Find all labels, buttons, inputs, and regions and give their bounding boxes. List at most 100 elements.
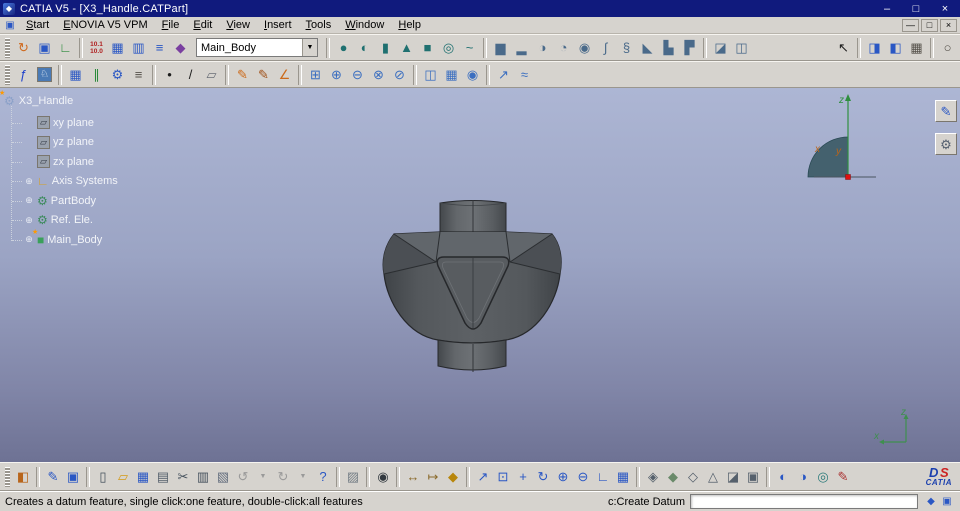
knowledge-advisor-icon[interactable]: ♘ xyxy=(34,64,55,85)
tree-root-x3-handle[interactable]: ⚙ ★ X3_Handle xyxy=(0,90,118,110)
redo-history-icon[interactable]: ▼ xyxy=(293,466,313,488)
chevron-down-icon[interactable]: ▼ xyxy=(302,39,317,56)
select-icon[interactable]: ↖ xyxy=(833,37,854,58)
drafted-pad-icon[interactable]: ▛ xyxy=(679,37,700,58)
selection-filter-icon[interactable]: ◧ xyxy=(885,37,906,58)
hide-show-icon[interactable]: ◐ xyxy=(773,466,793,488)
command-input[interactable] xyxy=(690,494,918,509)
open-file-icon[interactable]: ▱ xyxy=(113,466,133,488)
document-restore-button[interactable]: □ xyxy=(921,18,938,32)
stiffener-icon[interactable]: ◣ xyxy=(637,37,658,58)
print-icon[interactable]: ▤ xyxy=(153,466,173,488)
hidden-line-icon[interactable]: ◪ xyxy=(723,466,743,488)
document-close-button[interactable]: × xyxy=(940,18,957,32)
sketcher-icon[interactable]: ✎ xyxy=(43,466,63,488)
point-icon[interactable]: • xyxy=(159,64,180,85)
cube-icon[interactable]: ■ xyxy=(417,37,438,58)
save-icon[interactable]: ▦ xyxy=(133,466,153,488)
new-file-icon[interactable]: ▯ xyxy=(93,466,113,488)
release-level-icon[interactable]: 10.1 10.0 xyxy=(86,37,107,58)
cylinder-icon[interactable]: ▮ xyxy=(375,37,396,58)
menu-window[interactable]: Window xyxy=(338,18,391,32)
iso-view-icon[interactable]: ◈ xyxy=(643,466,663,488)
rotate-icon[interactable]: ↻ xyxy=(533,466,553,488)
swap-space-icon[interactable]: ◑ xyxy=(793,466,813,488)
hole-icon[interactable]: ◉ xyxy=(574,37,595,58)
model-x3-handle[interactable] xyxy=(372,196,572,381)
intersect-body-icon[interactable]: ⊗ xyxy=(368,64,389,85)
document-minimize-button[interactable]: — xyxy=(902,18,919,32)
thickness-icon[interactable]: ≈ xyxy=(514,64,535,85)
tree-item-main-body[interactable]: ⊕ ■ ★ Main_Body xyxy=(11,229,118,250)
tree-item-ref-ele[interactable]: ⊕ ⚙ Ref. Ele. xyxy=(11,211,118,231)
menu-insert[interactable]: Insert xyxy=(257,18,299,32)
fit-all-icon[interactable]: ⊡ xyxy=(493,466,513,488)
shading-edges-icon[interactable]: ◇ xyxy=(683,466,703,488)
tree-item-zx-plane[interactable]: ▱ zx plane xyxy=(11,152,118,172)
remove-body-icon[interactable]: ⊖ xyxy=(347,64,368,85)
sketch-axis-icon[interactable]: ∠ xyxy=(274,64,295,85)
selection-sets-icon[interactable]: ◨ xyxy=(864,37,885,58)
menu-help[interactable]: Help xyxy=(391,18,428,32)
sew-surface-icon[interactable]: ◪ xyxy=(710,37,731,58)
menu-view[interactable]: View xyxy=(219,18,257,32)
capture-icon[interactable]: ◉ xyxy=(373,466,393,488)
add-body-icon[interactable]: ⊕ xyxy=(326,64,347,85)
cut-icon[interactable]: ✂ xyxy=(173,466,193,488)
multi-pad-icon[interactable]: ▙ xyxy=(658,37,679,58)
menu-edit[interactable]: Edit xyxy=(186,18,219,32)
help-icon[interactable]: ? xyxy=(313,466,333,488)
tree-item-axis-systems[interactable]: ⊕ ∟ Axis Systems xyxy=(11,172,118,192)
relations-icon[interactable]: ⚙ xyxy=(107,64,128,85)
menu-enovia[interactable]: ENOVIA V5 VPM xyxy=(56,18,154,32)
sphere-icon[interactable]: ● xyxy=(333,37,354,58)
torus-icon[interactable]: ◎ xyxy=(438,37,459,58)
assemble-icon[interactable]: ⊞ xyxy=(305,64,326,85)
compass-tool-icon[interactable]: ⚙ xyxy=(935,133,957,155)
copy-icon[interactable]: ▥ xyxy=(193,466,213,488)
object-list-icon[interactable]: ≡ xyxy=(149,37,170,58)
close-button[interactable]: × xyxy=(933,3,957,15)
shading-icon[interactable]: ◆ xyxy=(663,466,683,488)
expand-icon[interactable]: ⊕ xyxy=(24,215,34,226)
menu-tools[interactable]: Tools xyxy=(299,18,339,32)
enovia-sync-icon[interactable]: ↻ xyxy=(13,37,34,58)
menu-file[interactable]: File xyxy=(155,18,187,32)
undo-icon[interactable]: ↺ xyxy=(233,466,253,488)
workbench-icon[interactable]: ▣ xyxy=(63,466,83,488)
document-icon[interactable]: ▣ xyxy=(3,20,17,31)
tree-item-yz-plane[interactable]: ▱ yz plane xyxy=(11,133,118,153)
grid-icon[interactable]: ▦ xyxy=(906,37,927,58)
undo-history-icon[interactable]: ▼ xyxy=(253,466,273,488)
tree-item-xy-plane[interactable]: ▱ xy plane xyxy=(11,113,118,133)
macros-icon[interactable]: ◆ xyxy=(170,37,191,58)
viewport-3d[interactable]: ⚙ ★ X3_Handle ▱ xy plane ▱ yz plane ▱ zx… xyxy=(0,88,960,462)
sketch-analysis-icon[interactable]: ✎ xyxy=(833,466,853,488)
maximize-button[interactable]: □ xyxy=(904,3,928,15)
scaling-icon[interactable]: ↗ xyxy=(493,64,514,85)
design-table-icon[interactable]: ▦ xyxy=(107,37,128,58)
normal-view-icon[interactable]: ∟ xyxy=(593,466,613,488)
wireframe-icon[interactable]: △ xyxy=(703,466,723,488)
rect-pattern-icon[interactable]: ▦ xyxy=(441,64,462,85)
plane-icon[interactable]: ▱ xyxy=(201,64,222,85)
tree-item-partbody[interactable]: ⊕ ⚙ PartBody xyxy=(11,191,118,211)
cone-icon[interactable]: ▲ xyxy=(396,37,417,58)
window-manager-icon[interactable]: ▣ xyxy=(34,37,55,58)
minimize-button[interactable]: – xyxy=(875,3,899,15)
catalog-icon[interactable]: ▥ xyxy=(128,37,149,58)
expand-icon[interactable]: ⊕ xyxy=(24,195,34,206)
compass[interactable]: z x y xyxy=(806,90,886,190)
union-trim-icon[interactable]: ⊘ xyxy=(389,64,410,85)
close-surface-icon[interactable]: ◫ xyxy=(731,37,752,58)
measure-item-icon[interactable]: ↦ xyxy=(423,466,443,488)
equivalent-dimensions-icon[interactable]: ≡ xyxy=(128,64,149,85)
slot-icon[interactable]: § xyxy=(616,37,637,58)
clipboard-icon[interactable]: ▨ xyxy=(343,466,363,488)
expand-icon[interactable]: ⊕ xyxy=(24,176,34,187)
mirror-icon[interactable]: ◫ xyxy=(420,64,441,85)
body-selector[interactable]: Main_Body ▼ xyxy=(196,38,318,57)
paste-icon[interactable]: ▧ xyxy=(213,466,233,488)
zoom-out-icon[interactable]: ⊖ xyxy=(573,466,593,488)
constraints-icon[interactable]: ∥ xyxy=(86,64,107,85)
